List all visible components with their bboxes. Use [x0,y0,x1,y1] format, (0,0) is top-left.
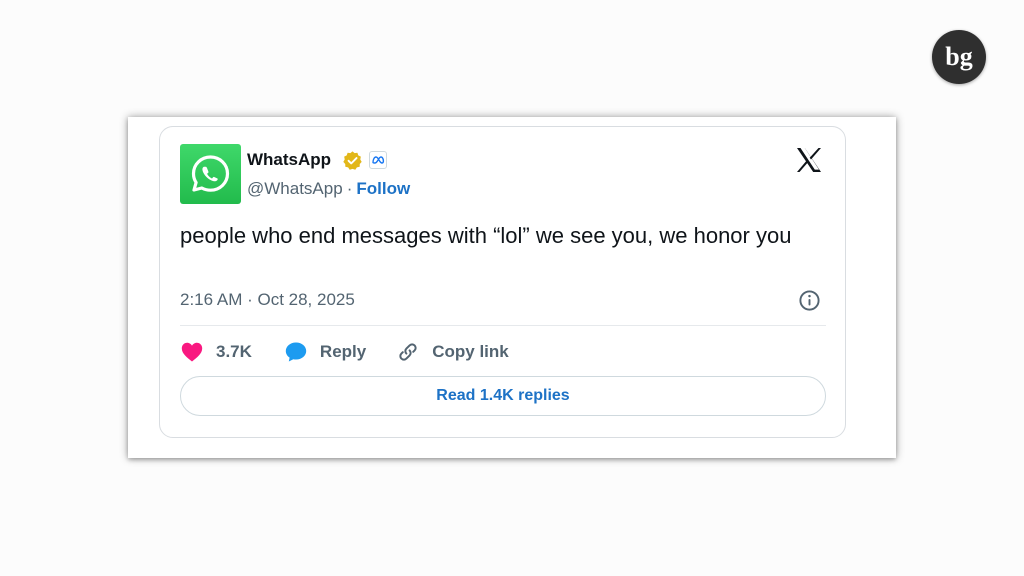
page: bg WhatsApp @WhatsApp · Follow people wh… [0,0,1024,576]
tweet-text: people who end messages with “lol” we se… [180,223,792,248]
link-icon [399,343,417,361]
account-name[interactable]: WhatsApp [247,150,331,170]
like-count: 3.7K [216,342,252,361]
copy-link-button[interactable]: Copy link [396,339,509,365]
info-icon[interactable] [798,289,821,312]
like-button[interactable]: 3.7K [180,339,252,365]
follow-link[interactable]: Follow [356,179,410,198]
tweet-card[interactable]: WhatsApp @WhatsApp · Follow people who e… [159,126,846,438]
site-logo-mark: bg [945,42,972,71]
action-row: 3.7K Reply Copy link [180,339,509,365]
handle-line: @WhatsApp · Follow [247,179,410,199]
divider [180,325,826,326]
meta-affiliate-badge-icon [372,156,385,164]
site-logo-text: bg [945,42,972,71]
whatsapp-logo-icon [191,155,230,192]
x-logo-icon[interactable] [795,147,823,173]
account-handle[interactable]: @WhatsApp [247,179,343,198]
gold-verified-badge-icon [343,151,362,170]
site-logo[interactable]: bg [932,30,986,84]
reply-label: Reply [319,342,367,361]
reply-button[interactable]: Reply [284,339,366,365]
affiliate-badge[interactable] [369,151,387,169]
embed-frame: WhatsApp @WhatsApp · Follow people who e… [128,117,896,458]
reply-bubble-icon [285,342,307,362]
avatar[interactable] [180,144,241,204]
handle-separator: · [346,179,353,198]
copy-link-label: Copy link [432,342,509,361]
read-replies-button[interactable]: Read 1.4K replies [180,376,826,416]
tweet-timestamp[interactable]: 2:16 AM · Oct 28, 2025 [180,290,355,310]
heart-icon [181,342,203,362]
